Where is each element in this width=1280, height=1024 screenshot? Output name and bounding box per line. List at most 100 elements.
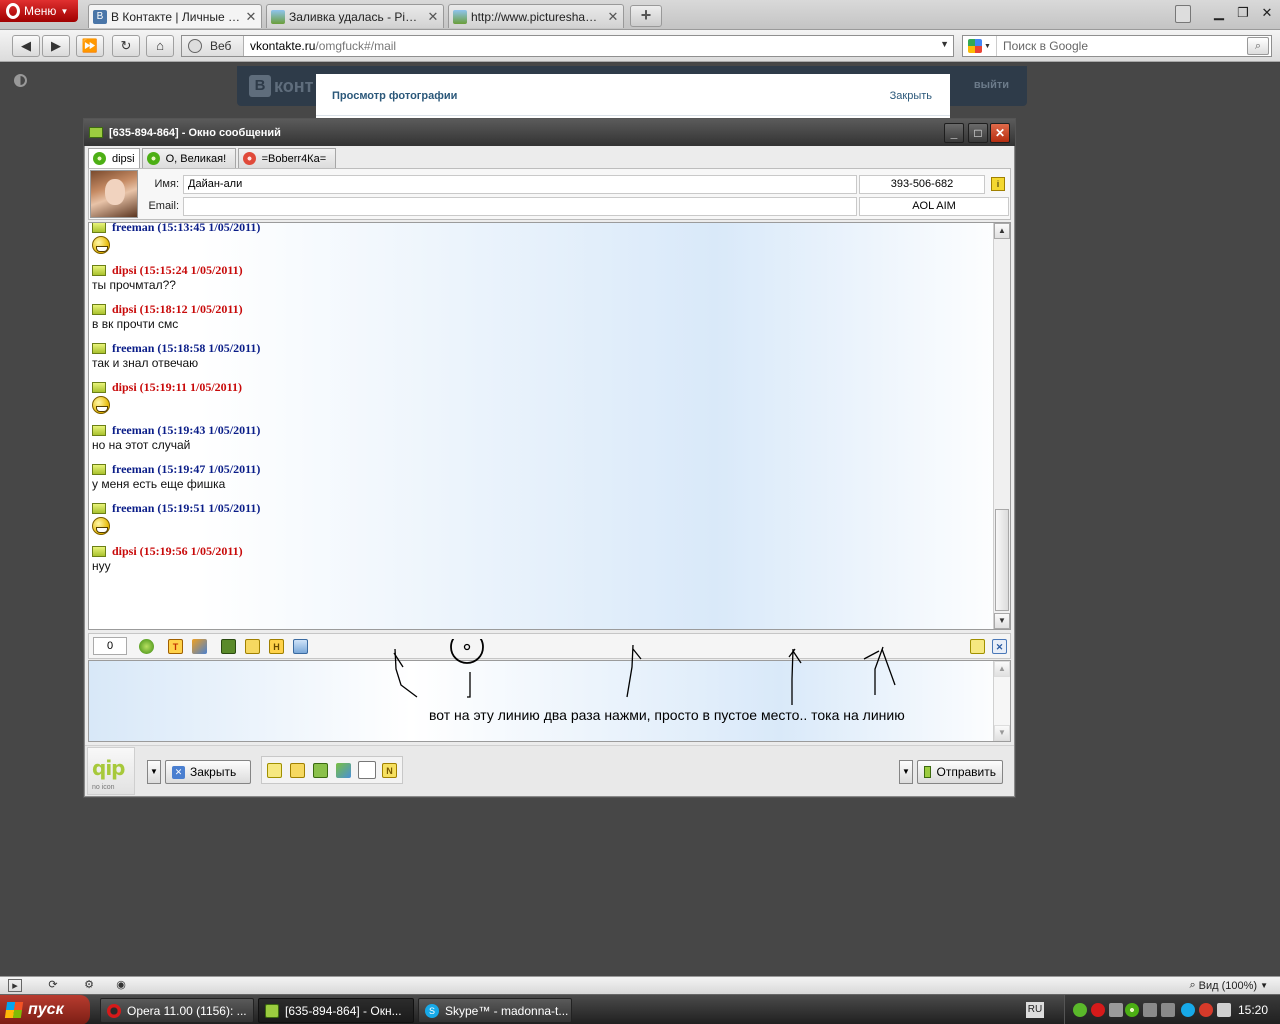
qip-maximize-button[interactable]: □ bbox=[968, 123, 988, 143]
skype-icon: S bbox=[425, 1003, 439, 1018]
history-icon[interactable]: H bbox=[269, 639, 284, 654]
close-button[interactable]: ✕ Закрыть bbox=[165, 760, 251, 784]
text-format-icon[interactable]: T bbox=[168, 639, 183, 654]
tab-label: Заливка удалась - Pictu... bbox=[289, 9, 423, 24]
back-button[interactable]: ◀ bbox=[12, 35, 40, 57]
qip-title-bar[interactable]: [635-894-864] - Окно сообщений bbox=[84, 119, 1015, 146]
vk-exit-link[interactable]: выйти bbox=[974, 79, 1009, 91]
message-sender-time: dipsi (15:18:12 1/05/2011) bbox=[112, 301, 243, 316]
avatar[interactable] bbox=[90, 170, 138, 218]
email-field[interactable] bbox=[183, 197, 857, 216]
restore-icon[interactable]: ❐ bbox=[1232, 4, 1254, 22]
transfer-icon[interactable] bbox=[336, 763, 351, 778]
zoom-control[interactable]: ⌕ Вид (100%) ▼ bbox=[1189, 979, 1268, 992]
scroll-up-icon[interactable]: ▲ bbox=[994, 223, 1010, 239]
message-icon bbox=[92, 303, 106, 315]
network-tray-icon[interactable] bbox=[1161, 1003, 1175, 1017]
taskbar-item-label: Opera 11.00 (1156): ... bbox=[127, 1003, 247, 1018]
close-icon[interactable]: ✕ bbox=[427, 9, 439, 25]
scroll-thumb[interactable] bbox=[995, 509, 1009, 611]
network-icon[interactable]: ⚙ bbox=[82, 979, 96, 992]
tray-app-icon[interactable] bbox=[1109, 1003, 1123, 1017]
contact-tab-dipsi[interactable]: dipsi bbox=[88, 148, 140, 168]
photo-viewer-title: Просмотр фотографии bbox=[332, 90, 458, 102]
quote-icon[interactable] bbox=[267, 763, 282, 778]
chat-scrollbar[interactable]: ▲ ▼ bbox=[993, 223, 1010, 629]
vk-logo[interactable]: В конт bbox=[249, 75, 313, 97]
photo-viewer-close[interactable]: Закрыть bbox=[890, 90, 932, 102]
panel-icon[interactable]: ▸ bbox=[8, 979, 22, 992]
contact-tab-velikaya[interactable]: О, Великая! bbox=[141, 148, 236, 168]
name-label: Имя: bbox=[154, 178, 179, 190]
chat-message: freeman (15:19:43 1/05/2011) но на этот с… bbox=[92, 422, 992, 453]
trash-icon[interactable] bbox=[1175, 5, 1191, 23]
opera-menu-button[interactable]: Меню ▼ bbox=[0, 0, 78, 22]
message-input[interactable]: вот на эту линию два раза нажми, просто … bbox=[88, 639, 1011, 742]
skype-tray-icon[interactable] bbox=[1181, 1003, 1195, 1017]
volume-icon[interactable] bbox=[1217, 1003, 1231, 1017]
smiley-icon[interactable] bbox=[139, 639, 154, 654]
send-options-dropdown[interactable]: ▼ bbox=[899, 760, 913, 784]
message-icon bbox=[92, 381, 106, 393]
color-icon[interactable] bbox=[192, 639, 207, 654]
qip-minimize-button[interactable]: _ bbox=[944, 123, 964, 143]
address-url[interactable]: vkontakte.ru/omgfuck#/mail bbox=[244, 39, 396, 53]
screenshot-icon[interactable] bbox=[293, 639, 308, 654]
minimize-icon[interactable]: ▁ bbox=[1208, 4, 1230, 22]
scroll-up-icon[interactable]: ▲ bbox=[994, 661, 1010, 677]
home-button[interactable]: ⌂ bbox=[146, 35, 174, 57]
qip-tray-icon[interactable] bbox=[1125, 1003, 1139, 1017]
opera-tray-icon[interactable] bbox=[1091, 1003, 1105, 1017]
new-tab-button[interactable]: + bbox=[630, 5, 662, 27]
scroll-down-icon[interactable]: ▼ bbox=[994, 613, 1010, 629]
browser-tab-picture-upload[interactable]: Заливка удалась - Pictu... ✕ bbox=[266, 4, 444, 28]
sync-icon[interactable]: ⟳ bbox=[46, 979, 60, 992]
contact-tab-boberr[interactable]: =Boberr4Ка= bbox=[237, 148, 336, 168]
contact-details-icon[interactable] bbox=[313, 763, 328, 778]
templates-icon[interactable] bbox=[290, 763, 305, 778]
turbo-icon[interactable]: ◉ bbox=[114, 979, 128, 992]
qip-close-button[interactable]: ✕ bbox=[990, 123, 1010, 143]
taskbar-item-qip[interactable]: [635-894-864] - Окн... bbox=[258, 998, 414, 1023]
close-icon[interactable]: ✕ bbox=[607, 9, 619, 25]
network-tray-icon[interactable] bbox=[1143, 1003, 1157, 1017]
search-engine-selector[interactable]: ▼ bbox=[963, 36, 997, 56]
start-button[interactable]: пуск bbox=[0, 995, 90, 1024]
fast-forward-button[interactable]: ⏩ bbox=[76, 35, 104, 57]
image-icon bbox=[453, 9, 467, 24]
search-box[interactable]: ▼ Поиск в Google ⌕ bbox=[962, 35, 1272, 57]
nudge-icon[interactable]: N bbox=[382, 763, 397, 778]
save-icon[interactable] bbox=[221, 639, 236, 654]
send-button[interactable]: Отправить bbox=[917, 760, 1003, 784]
scroll-down-icon[interactable]: ▼ bbox=[994, 725, 1010, 741]
message-header: freeman (15:13:45 1/05/2011) bbox=[92, 223, 992, 235]
chevron-down-icon[interactable]: ▼ bbox=[940, 39, 949, 49]
browser-status-bar: ▸ ⟳ ⚙ ◉ ⌕ Вид (100%) ▼ bbox=[0, 976, 1280, 994]
image-insert-icon[interactable] bbox=[245, 639, 260, 654]
close-icon[interactable]: ✕ bbox=[245, 9, 257, 25]
language-indicator[interactable]: RU bbox=[1026, 1002, 1044, 1018]
close-window-icon[interactable]: ✕ bbox=[1256, 4, 1278, 22]
message-icon bbox=[92, 424, 106, 436]
note-toggle-icon[interactable] bbox=[358, 761, 376, 779]
message-sender-time: freeman (15:18:58 1/05/2011) bbox=[112, 340, 261, 355]
taskbar-item-opera[interactable]: Opera 11.00 (1156): ... bbox=[100, 998, 254, 1023]
contact-info-icon[interactable]: i bbox=[991, 177, 1005, 191]
panel-toggle-icon[interactable] bbox=[14, 74, 27, 87]
forward-button[interactable]: ▶ bbox=[42, 35, 70, 57]
contact-tab-label: О, Великая! bbox=[165, 152, 227, 165]
input-scrollbar[interactable]: ▲ ▼ bbox=[993, 661, 1010, 741]
name-field[interactable]: Дайан-али bbox=[183, 175, 857, 194]
search-input[interactable]: Поиск в Google bbox=[997, 39, 1247, 53]
uin-field[interactable]: 393-506-682 bbox=[859, 175, 985, 194]
search-icon[interactable]: ⌕ bbox=[1247, 37, 1269, 55]
address-bar[interactable]: Веб vkontakte.ru/omgfuck#/mail ▼ bbox=[181, 35, 954, 57]
qip-logo-text: qip bbox=[92, 756, 125, 780]
reload-button[interactable]: ↻ bbox=[112, 35, 140, 57]
close-options-dropdown[interactable]: ▼ bbox=[147, 760, 161, 784]
browser-tab-vk[interactable]: В В Контакте | Личные со... ✕ bbox=[88, 4, 262, 28]
browser-tab-pictureshack[interactable]: http://www.pictureshack.... ✕ bbox=[448, 4, 624, 28]
tray-app-icon[interactable] bbox=[1073, 1003, 1087, 1017]
antivirus-tray-icon[interactable] bbox=[1199, 1003, 1213, 1017]
taskbar-item-skype[interactable]: S Skype™ - madonna-t... bbox=[418, 998, 572, 1023]
